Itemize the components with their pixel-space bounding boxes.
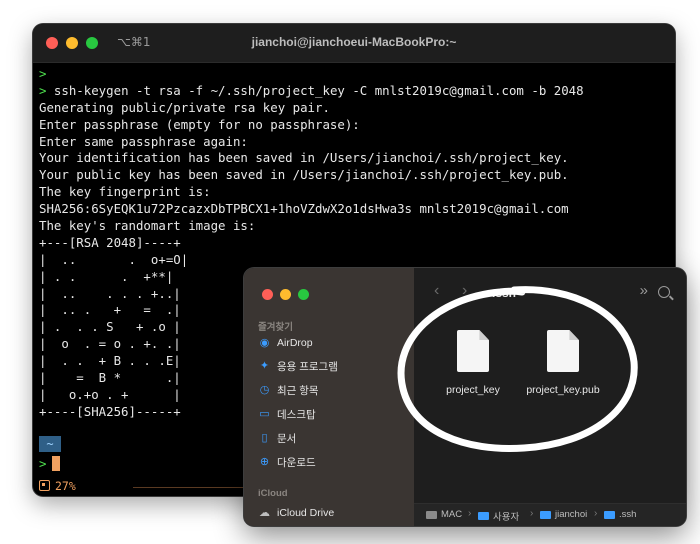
terminal-line-text: Enter same passphrase again: xyxy=(39,133,248,149)
sidebar-item-airdrop[interactable]: ◉ AirDrop xyxy=(258,334,313,352)
prompt-symbol: > xyxy=(39,456,47,471)
terminal-line-text: The key fingerprint is: xyxy=(39,184,211,200)
terminal-line: The key fingerprint is: xyxy=(39,184,669,201)
terminal-line: Enter passphrase (empty for no passphras… xyxy=(39,117,669,134)
terminal-line: SHA256:6SyEQK1u72PzcazxDbTPBCX1+1hoVZdwX… xyxy=(39,201,669,218)
terminal-line-text: The key's randomart image is: xyxy=(39,218,256,234)
home-dir-badge: ~ xyxy=(39,436,61,452)
sidebar-item-downloads[interactable]: ⊕ 다운로드 xyxy=(258,453,316,471)
desktop-icon: ▭ xyxy=(259,407,270,420)
finder-close-button[interactable] xyxy=(262,289,273,300)
terminal-line-text: | .. . . . +..| xyxy=(39,285,181,301)
downloads-icon: ⊕ xyxy=(259,455,270,468)
terminal-line: The key's randomart image is: xyxy=(39,218,669,235)
terminal-line-text: | . . . +**| xyxy=(39,268,174,284)
terminal-input-line[interactable]: > xyxy=(39,456,61,471)
recents-icon: ◷ xyxy=(259,384,270,397)
terminal-line-text: | = B * .| xyxy=(39,370,181,386)
sidebar-item-documents[interactable]: ▯ 문서 xyxy=(258,429,296,447)
dir-indicator: ~ xyxy=(39,436,61,452)
cpu-icon xyxy=(39,480,50,491)
terminal-line-text: Enter passphrase (empty for no passphras… xyxy=(39,116,360,132)
path-crumb-label: .ssh xyxy=(619,509,637,520)
path-crumb-label: 사용자 xyxy=(493,512,520,523)
terminal-line-text: ssh-keygen -t rsa -f ~/.ssh/project_key … xyxy=(46,82,584,98)
path-separator: › xyxy=(468,508,472,519)
terminal-titlebar[interactable]: ⌥⌘1 jianchoi@jianchoeui-MacBookPro:~ xyxy=(33,24,675,63)
path-crumb-label: jianchoi xyxy=(555,509,588,520)
sidebar-item-label: 데스크탑 xyxy=(277,408,316,421)
terminal-line-text: +---[RSA 2048]----+ xyxy=(39,234,181,250)
terminal-line-text: | . . . S + .o | xyxy=(39,319,181,335)
terminal-line-text: | o.+o . + | xyxy=(39,386,181,402)
sidebar-item-label: 다운로드 xyxy=(277,456,316,469)
terminal-line-text: | .. . + = .| xyxy=(39,302,181,318)
favorites-section-label: 즐겨찾기 xyxy=(258,322,293,333)
airdrop-icon: ◉ xyxy=(259,336,270,349)
icloud-section-label: iCloud xyxy=(258,488,288,499)
path-crumb[interactable]: jianchoi xyxy=(540,509,587,520)
applications-icon: ✦ xyxy=(259,360,270,373)
sidebar-item-label: 최근 항목 xyxy=(277,385,319,398)
path-crumb-label: MAC xyxy=(441,509,463,520)
path-crumb[interactable]: .ssh xyxy=(604,509,636,520)
terminal-line: | .. . o+=O| xyxy=(39,252,669,269)
sidebar-item-applications[interactable]: ✦ 응용 프로그램 xyxy=(258,358,338,376)
terminal-line: Enter same passphrase again: xyxy=(39,134,669,151)
terminal-line-text: | . . + B . . .E| xyxy=(39,353,181,369)
sidebar-item-label: 문서 xyxy=(277,432,297,445)
terminal-line: Your public key has been saved in /Users… xyxy=(39,167,669,184)
terminal-line: > xyxy=(39,66,669,83)
finder-minimize-button[interactable] xyxy=(280,289,291,300)
sidebar-item-desktop[interactable]: ▭ 데스크탑 xyxy=(258,405,316,423)
sidebar-item-label: AirDrop xyxy=(277,337,313,349)
highlight-circle-annotation xyxy=(397,286,638,452)
folder-icon xyxy=(604,510,615,519)
drive-icon xyxy=(426,510,437,519)
path-crumb[interactable]: MAC xyxy=(426,509,462,520)
finder-sidebar: 즐겨찾기 ◉ AirDrop ✦ 응용 프로그램 ◷ 최근 항목 ▭ 데스크탑 ▯ 문서 ⊕ 다운로드… xyxy=(244,268,414,526)
terminal-line: Generating public/private rsa key pair. xyxy=(39,100,669,117)
terminal-line: > ssh-keygen -t rsa -f ~/.ssh/project_ke… xyxy=(39,83,669,100)
terminal-line-text: Generating public/private rsa key pair. xyxy=(39,99,330,115)
terminal-line-text: | .. . o+=O| xyxy=(39,251,189,267)
sidebar-item-icloud-drive[interactable]: ☁ iCloud Drive xyxy=(258,504,334,522)
folder-icon xyxy=(478,512,489,520)
prompt-symbol: > xyxy=(39,66,47,81)
terminal-line: +---[RSA 2048]----+ xyxy=(39,235,669,252)
sidebar-item-recents[interactable]: ◷ 최근 항목 xyxy=(258,382,319,400)
documents-icon: ▯ xyxy=(261,431,268,444)
terminal-line-text: +----[SHA256]-----+ xyxy=(39,403,181,419)
path-separator: › xyxy=(530,508,534,519)
finder-zoom-button[interactable] xyxy=(298,289,309,300)
terminal-line-text: Your identification has been saved in /U… xyxy=(39,150,569,166)
terminal-title: jianchoi@jianchoeui-MacBookPro:~ xyxy=(251,35,457,49)
search-icon[interactable] xyxy=(658,286,670,298)
terminal-line-text: SHA256:6SyEQK1u72PzcazxDbTPBCX1+1hoVZdwX… xyxy=(39,201,569,217)
sidebar-item-label: 응용 프로그램 xyxy=(277,361,338,374)
folder-icon xyxy=(540,510,551,519)
cpu-status: 27% xyxy=(39,479,76,493)
terminal-line: Your identification has been saved in /U… xyxy=(39,150,669,167)
path-crumb[interactable]: 사용자 xyxy=(478,509,519,523)
sidebar-item-label: iCloud Drive xyxy=(277,507,335,519)
cpu-percent: 27% xyxy=(55,479,76,493)
icloud-icon: ☁ xyxy=(259,506,270,519)
terminal-line-text: | o . = o . +. .| xyxy=(39,336,181,352)
path-separator: › xyxy=(594,508,598,519)
path-bar: MAC › 사용자 › jianchoi › .ssh xyxy=(414,503,686,526)
text-cursor xyxy=(52,456,61,471)
terminal-line-text: Your public key has been saved in /Users… xyxy=(39,167,569,183)
toolbar-overflow-button[interactable]: » xyxy=(640,282,648,299)
